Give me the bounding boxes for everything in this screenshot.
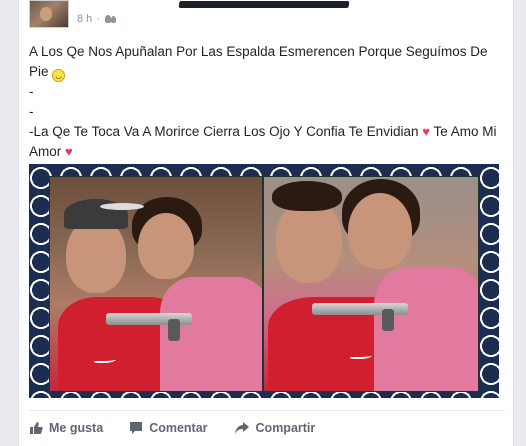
timestamp[interactable]: 8 h — [77, 13, 92, 25]
pistol-grip — [168, 319, 180, 341]
post-line-3: - — [29, 104, 34, 119]
post-photo[interactable] — [29, 164, 499, 398]
cap-bill — [100, 203, 144, 210]
post-line-1: A Los Qe Nos Apuñalan Por Las Espalda Es… — [29, 42, 505, 82]
face-woman — [138, 213, 194, 279]
photo-frame-right — [263, 176, 479, 392]
heart-emoji-icon: ♥ — [422, 124, 430, 139]
photo-frame-left — [49, 176, 263, 392]
comment-icon — [129, 421, 143, 435]
post-line-2: - — [29, 84, 34, 99]
action-bar: Me gusta Comentar Compartir — [29, 414, 505, 442]
friends-icon[interactable] — [104, 14, 118, 24]
heart-emoji-icon: ♥ — [65, 144, 73, 159]
post-text: A Los Qe Nos Apuñalan Por Las Espalda Es… — [29, 42, 505, 162]
action-divider — [29, 410, 505, 411]
face-woman — [348, 193, 412, 269]
comment-label: Comentar — [149, 421, 208, 435]
post-meta: 8 h · — [77, 12, 118, 26]
like-label: Me gusta — [49, 421, 104, 435]
post-card: 8 h · A Los Qe Nos Apuñalan Por Las Espa… — [18, 0, 514, 446]
smile-emoji-icon: ◡ — [52, 69, 66, 82]
comment-button[interactable]: Comentar — [129, 421, 208, 435]
share-icon — [234, 421, 250, 435]
pistol-grip — [382, 309, 394, 331]
meta-separator: · — [96, 13, 100, 25]
share-label: Compartir — [255, 421, 316, 435]
avatar[interactable] — [29, 0, 69, 28]
like-button[interactable]: Me gusta — [29, 421, 103, 435]
thumbs-up-icon — [29, 421, 43, 435]
redacted-name — [178, 1, 350, 8]
hair — [272, 181, 342, 211]
share-button[interactable]: Compartir — [234, 421, 316, 435]
post-line-4-text: -La Qe Te Toca Va A Morirce Cierra Los O… — [29, 124, 419, 139]
post-line-1-text: A Los Qe Nos Apuñalan Por Las Espalda Es… — [29, 44, 488, 79]
post-line-4: -La Qe Te Toca Va A Morirce Cierra Los O… — [29, 122, 505, 162]
